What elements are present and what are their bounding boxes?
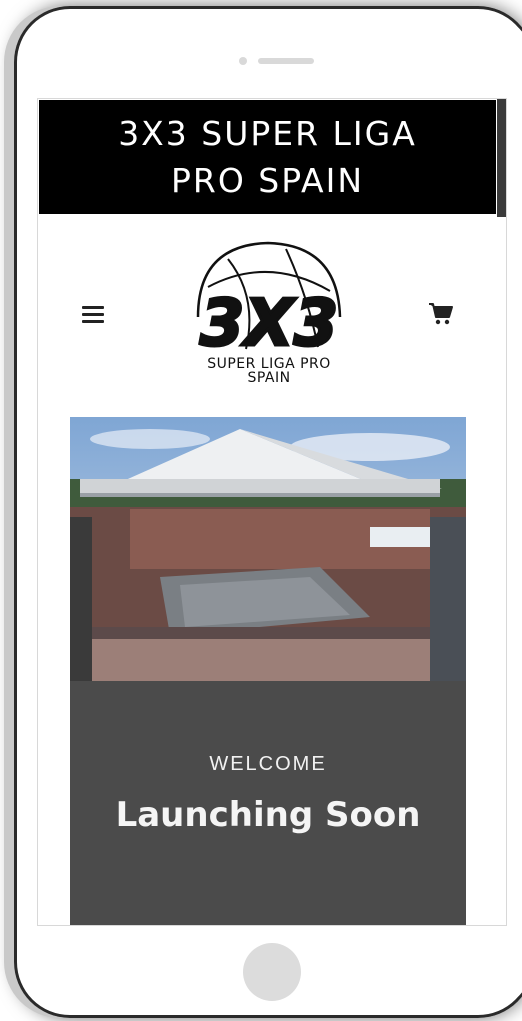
phone-home-button[interactable]: [243, 943, 301, 1001]
hamburger-menu-icon[interactable]: [82, 306, 104, 324]
phone-screen: 3X3 SUPER LIGA PRO SPAIN 3X3 SUPER LIGA …: [37, 98, 507, 926]
hero-image: [70, 417, 466, 681]
welcome-section: WELCOME Launching Soon: [70, 681, 466, 925]
welcome-label: WELCOME: [209, 753, 327, 775]
phone-camera: [239, 57, 247, 65]
logo-caption-line1: SUPER LIGA PRO: [207, 356, 331, 372]
announcement-banner: 3X3 SUPER LIGA PRO SPAIN: [39, 100, 496, 214]
logo-mark: 3X3: [200, 287, 338, 361]
banner-title: 3X3 SUPER LIGA PRO SPAIN: [118, 114, 417, 200]
logo-caption-line2: SPAIN: [247, 370, 291, 386]
shopping-cart-icon[interactable]: [428, 301, 454, 327]
phone-speaker: [258, 58, 314, 64]
welcome-title: Launching Soon: [115, 795, 421, 835]
logo-caption: SUPER LIGA PRO SPAIN: [183, 357, 355, 385]
scrollbar[interactable]: [497, 99, 506, 217]
